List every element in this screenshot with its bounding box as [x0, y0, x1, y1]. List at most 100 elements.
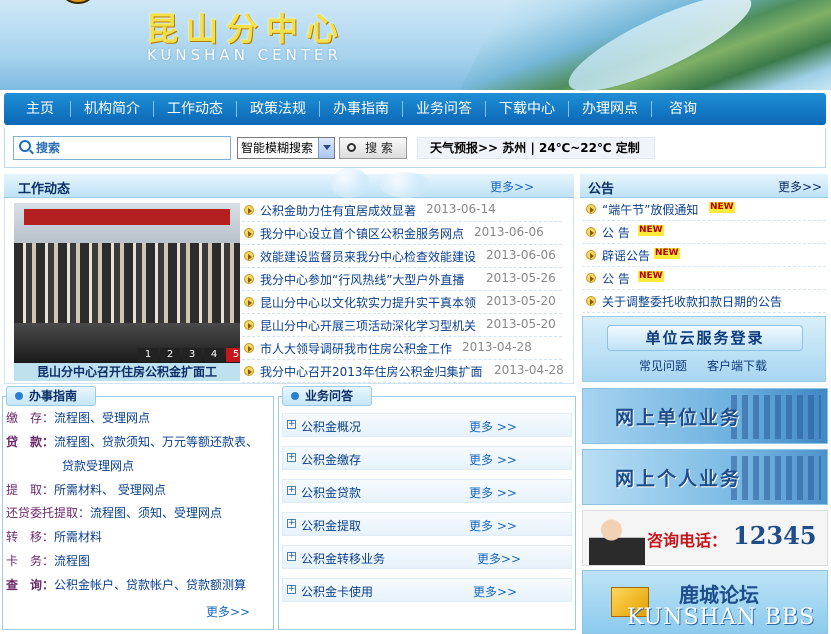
- plus-icon: +: [287, 551, 296, 561]
- news-item[interactable]: 我分中心召开2013年住房公积金归集扩面 2013-04-28: [242, 360, 564, 383]
- guide-link[interactable]: 贷款受理网点: [62, 459, 134, 473]
- guide-row: 提 取：所需材料、 受理网点: [6, 483, 166, 497]
- guide-link[interactable]: 流程图、须知、受理网点: [90, 506, 222, 520]
- nav-item-faq[interactable]: 业务问答: [406, 93, 482, 125]
- photo-pager-4[interactable]: 4: [204, 348, 224, 362]
- hotline-banner[interactable]: 咨询电话： 12345: [582, 510, 828, 566]
- notice-item[interactable]: “端午节”放假通知 NEW: [582, 198, 826, 221]
- bubble-decoration: [330, 168, 370, 198]
- guide-row: 贷 款：流程图、贷款须知、万元等额还款表、: [6, 435, 259, 449]
- faq-item[interactable]: + 公积金提取 更多 >>: [282, 512, 572, 536]
- news-item[interactable]: 我分中心参加“行风热线”大型户外直播 2013-05-26: [242, 268, 562, 291]
- guide-link[interactable]: 流程图、受理网点: [54, 411, 150, 425]
- search-button[interactable]: 搜 索: [339, 137, 407, 159]
- notice-panel-header: 公告 更多>>: [580, 174, 828, 198]
- main-nav: 主页 机构简介 工作动态 政策法规 办事指南 业务问答 下载中心 办理网点 咨询: [4, 93, 826, 125]
- faq-link[interactable]: 常见问题: [639, 357, 687, 374]
- guide-row: 还贷委托提取：流程图、须知、受理网点: [6, 506, 223, 520]
- guide-more-link[interactable]: 更多>>: [206, 603, 250, 620]
- guide-row: 贷款受理网点: [62, 457, 134, 474]
- site-title-cn: 昆山分中心: [146, 10, 347, 48]
- search-icon: [347, 143, 356, 152]
- news-item[interactable]: 公积金助力住有宜居成效显著 2013-06-14: [242, 199, 562, 222]
- faq-more-link[interactable]: 更多 >>: [469, 517, 517, 534]
- guide-row: 查 询：公积金帐户、贷款帐户、贷款额测算: [6, 578, 247, 592]
- arrow-bullet-icon: [244, 228, 254, 238]
- arrow-bullet-icon: [244, 297, 254, 307]
- news-item[interactable]: 我分中心设立首个镇区公积金服务网点 2013-06-06: [242, 222, 562, 245]
- photo-caption[interactable]: 昆山分中心召开住房公积金扩面工: [14, 363, 240, 381]
- faq-more-link[interactable]: 更多 >>: [469, 418, 517, 435]
- guide-link[interactable]: 公积金帐户、贷款帐户、贷款额测算: [54, 578, 246, 592]
- notice-item[interactable]: 公 告 NEW: [582, 221, 826, 244]
- unit-business-banner[interactable]: 网上单位业务: [582, 388, 828, 444]
- notice-more-link[interactable]: 更多>>: [778, 178, 822, 195]
- photo-pager-2[interactable]: 2: [160, 348, 180, 362]
- guide-link[interactable]: 所需材料: [54, 530, 102, 544]
- guide-row: 缴 存：流程图、受理网点: [6, 411, 151, 425]
- search-bar: 搜索 智能模糊搜索 搜 索 天气预报>> 苏州 | 24℃~22℃ 定制: [4, 128, 826, 168]
- client-download-link[interactable]: 客户端下载: [707, 357, 767, 374]
- arrow-bullet-icon: [586, 296, 596, 306]
- arrow-bullet-icon: [244, 251, 254, 261]
- nav-item-consult[interactable]: 咨询: [655, 93, 711, 125]
- people-icon: [731, 456, 821, 500]
- notice-item[interactable]: 关于调整委托收款扣款日期的公告: [582, 290, 826, 313]
- news-panel-header: 工作动态 更多>>: [4, 174, 574, 198]
- arrow-bullet-icon: [244, 366, 254, 376]
- news-item[interactable]: 昆山分中心以文化软实力提升实干真本领 2013-05-20: [242, 291, 562, 314]
- nav-item-news[interactable]: 工作动态: [157, 93, 233, 125]
- plus-icon: +: [287, 518, 296, 528]
- photo-red-banner: [24, 209, 230, 225]
- guide-panel-title: 办事指南: [6, 386, 96, 406]
- guide-link[interactable]: 流程图、贷款须知、万元等额还款表、: [54, 435, 258, 449]
- faq-panel-title: 业务问答: [282, 386, 372, 406]
- new-badge: NEW: [709, 202, 735, 213]
- nav-item-outlets[interactable]: 办理网点: [572, 93, 648, 125]
- nav-item-download[interactable]: 下载中心: [489, 93, 565, 125]
- arrow-bullet-icon: [244, 274, 254, 284]
- faq-item[interactable]: + 公积金缴存 更多 >>: [282, 446, 572, 470]
- faq-item[interactable]: + 公积金转移业务 更多>>: [282, 545, 572, 569]
- faq-more-link[interactable]: 更多>>: [477, 550, 521, 567]
- faq-item[interactable]: + 公积金概况 更多 >>: [282, 413, 572, 437]
- weather-forecast[interactable]: 天气预报>> 苏州 | 24℃~22℃ 定制: [417, 137, 655, 159]
- notice-item[interactable]: 公 告 NEW: [582, 267, 826, 290]
- search-input[interactable]: 搜索: [13, 136, 231, 160]
- nav-item-about[interactable]: 机构简介: [74, 93, 150, 125]
- photo-pager-5[interactable]: 5: [226, 348, 240, 362]
- guide-link[interactable]: 所需材料、 受理网点: [54, 483, 166, 497]
- search-button-label: 搜 索: [365, 141, 393, 155]
- guide-link[interactable]: 流程图: [54, 554, 90, 568]
- faq-item[interactable]: + 公积金贷款 更多 >>: [282, 479, 572, 503]
- photo-pager-3[interactable]: 3: [182, 348, 202, 362]
- arrow-bullet-icon: [586, 227, 596, 237]
- faq-more-link[interactable]: 更多>>: [473, 583, 517, 600]
- photo-pager-1[interactable]: 1: [138, 348, 158, 362]
- nav-item-home[interactable]: 主页: [12, 93, 68, 125]
- bbs-banner[interactable]: 鹿城论坛 KUNSHAN BBS: [582, 570, 828, 634]
- faq-item[interactable]: + 公积金卡使用 更多>>: [282, 578, 572, 602]
- plus-icon: +: [287, 584, 296, 594]
- nav-item-guide[interactable]: 办事指南: [323, 93, 399, 125]
- faq-more-link[interactable]: 更多 >>: [469, 451, 517, 468]
- new-badge: NEW: [638, 225, 664, 236]
- faq-more-link[interactable]: 更多 >>: [469, 484, 517, 501]
- news-item[interactable]: 昆山分中心开展三项活动深化学习型机关 2013-05-20: [242, 314, 562, 337]
- cloud-login-button[interactable]: 单位云服务登录: [607, 325, 803, 351]
- arrow-bullet-icon: [586, 273, 596, 283]
- cloud-service-panel: 单位云服务登录 常见问题 客户端下载: [582, 316, 826, 382]
- personal-business-banner[interactable]: 网上个人业务: [582, 449, 828, 505]
- notice-item[interactable]: 辟谣公告 NEW: [582, 244, 826, 267]
- search-mode-select[interactable]: 智能模糊搜索: [237, 137, 335, 159]
- nav-item-policy[interactable]: 政策法规: [240, 93, 316, 125]
- guide-row: 卡 务：流程图: [6, 554, 91, 568]
- site-logo-emblem[interactable]: [58, 0, 98, 4]
- guide-row: 转 移：所需材料: [6, 530, 103, 544]
- news-photo-slider[interactable]: 1 2 3 4 5 昆山分中心召开住房公积金扩面工: [14, 203, 240, 381]
- news-item[interactable]: 市人大领导调研我市住房公积金工作 2013-04-28: [242, 337, 562, 360]
- arrow-bullet-icon: [244, 343, 254, 353]
- news-item[interactable]: 效能建设监督员来我分中心检查效能建设 2013-06-06: [242, 245, 562, 268]
- news-more-link[interactable]: 更多>>: [490, 178, 534, 195]
- arrow-bullet-icon: [244, 320, 254, 330]
